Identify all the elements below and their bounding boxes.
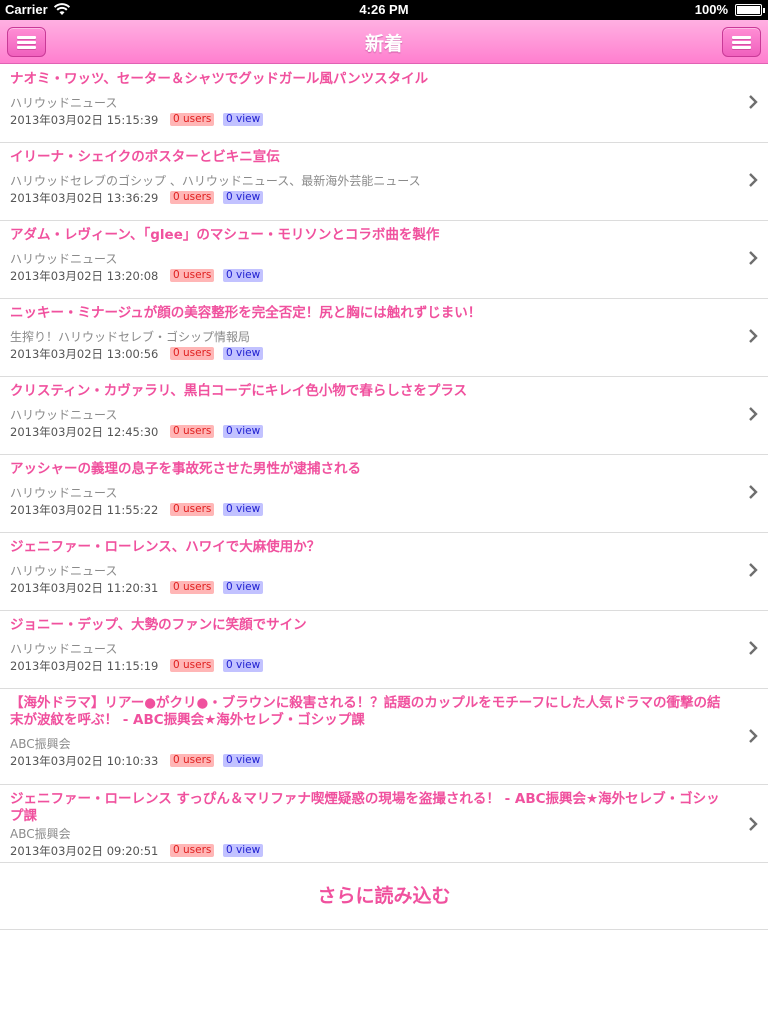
chevron-right-icon	[749, 729, 758, 743]
chevron-right-icon	[749, 95, 758, 109]
article-headline: アッシャーの義理の息子を事故死させた男性が逮捕される	[10, 461, 361, 477]
article-meta: 2013年03月02日 10:10:33 0 users 0 view	[10, 753, 728, 771]
view-badge: 0 view	[223, 503, 264, 516]
article-source: ハリウッドニュース	[10, 486, 118, 500]
article-row[interactable]: 【海外ドラマ】リアー●がクリ●・ブラウンに殺害される！？話題のカップルをモチーフ…	[0, 689, 768, 785]
article-headline: クリスティン・カヴァラリ、黒白コーデにキレイ色小物で春らしさをプラス	[10, 383, 468, 399]
article-date: 2013年03月02日 11:20:31	[10, 581, 159, 595]
users-badge: 0 users	[170, 113, 215, 126]
chevron-right-icon	[749, 407, 758, 421]
status-bar: Carrier 4:26 PM 100%	[0, 0, 768, 20]
article-meta: 2013年03月02日 15:15:39 0 users 0 view	[10, 112, 728, 130]
article-headline: ナオミ・ワッツ、セーター＆シャツでグッドガール風パンツスタイル	[10, 71, 429, 87]
view-badge: 0 view	[223, 347, 264, 360]
article-row[interactable]: ジェニファー・ローレンス すっぴん＆マリファナ喫煙疑惑の現場を盗撮される！ - …	[0, 785, 768, 863]
article-headline: 【海外ドラマ】リアー●がクリ●・ブラウンに殺害される！？話題のカップルをモチーフ…	[10, 695, 721, 728]
article-source: ハリウッドニュース	[10, 642, 118, 656]
users-badge: 0 users	[170, 503, 215, 516]
chevron-right-icon	[749, 329, 758, 343]
article-source: ABC振興会	[10, 737, 71, 751]
article-row[interactable]: ジョニー・デップ、大勢のファンに笑顔でサイン ハリウッドニュース 2013年03…	[0, 611, 768, 689]
load-more-button[interactable]: さらに読み込む	[0, 862, 768, 930]
article-date: 2013年03月02日 13:36:29	[10, 191, 159, 205]
chevron-right-icon	[749, 563, 758, 577]
view-badge: 0 view	[223, 754, 264, 767]
article-meta: 2013年03月02日 13:20:08 0 users 0 view	[10, 268, 728, 286]
battery-icon	[735, 4, 765, 16]
article-headline: ニッキー・ミナージュが顔の美容整形を完全否定！尻と胸には触れずじまい！	[10, 305, 482, 321]
right-menu-button[interactable]	[722, 27, 761, 57]
view-badge: 0 view	[223, 269, 264, 282]
article-source: ABC振興会	[10, 827, 71, 841]
article-meta: 2013年03月02日 11:15:19 0 users 0 view	[10, 658, 728, 676]
article-date: 2013年03月02日 15:15:39	[10, 113, 159, 127]
article-meta: 2013年03月02日 11:55:22 0 users 0 view	[10, 502, 728, 520]
article-source: 生搾り！ハリウッドセレブ・ゴシップ情報局	[10, 330, 251, 344]
article-list: ナオミ・ワッツ、セーター＆シャツでグッドガール風パンツスタイル ハリウッドニュー…	[0, 65, 768, 863]
users-badge: 0 users	[170, 844, 215, 857]
users-badge: 0 users	[170, 754, 215, 767]
article-headline: アダム・レヴィーン、「glee」のマシュー・モリソンとコラボ曲を製作	[10, 227, 440, 243]
article-date: 2013年03月02日 11:15:19	[10, 659, 159, 673]
article-source: ハリウッドニュース	[10, 96, 118, 110]
article-source: ハリウッドニュース	[10, 252, 118, 266]
page-title: 新着	[364, 33, 403, 55]
battery-percent: 100%	[694, 2, 728, 17]
view-badge: 0 view	[223, 113, 264, 126]
users-badge: 0 users	[170, 659, 215, 672]
users-badge: 0 users	[170, 347, 215, 360]
chevron-right-icon	[749, 817, 758, 831]
article-date: 2013年03月02日 10:10:33	[10, 754, 159, 768]
article-headline: ジェニファー・ローレンス すっぴん＆マリファナ喫煙疑惑の現場を盗撮される！ - …	[10, 791, 720, 824]
article-row[interactable]: アッシャーの義理の息子を事故死させた男性が逮捕される ハリウッドニュース 201…	[0, 455, 768, 533]
view-badge: 0 view	[223, 844, 264, 857]
users-badge: 0 users	[170, 581, 215, 594]
clock: 4:26 PM	[359, 2, 409, 17]
article-date: 2013年03月02日 13:00:56	[10, 347, 159, 361]
article-row[interactable]: ニッキー・ミナージュが顔の美容整形を完全否定！尻と胸には触れずじまい！ 生搾り！…	[0, 299, 768, 377]
article-meta: 2013年03月02日 12:45:30 0 users 0 view	[10, 424, 728, 442]
article-meta: 2013年03月02日 13:00:56 0 users 0 view	[10, 346, 728, 364]
users-badge: 0 users	[170, 425, 215, 438]
article-headline: ジョニー・デップ、大勢のファンに笑顔でサイン	[10, 617, 307, 633]
view-badge: 0 view	[223, 425, 264, 438]
chevron-right-icon	[749, 485, 758, 499]
article-meta: 2013年03月02日 13:36:29 0 users 0 view	[10, 190, 728, 208]
article-meta: 2013年03月02日 11:20:31 0 users 0 view	[10, 580, 728, 598]
view-badge: 0 view	[223, 659, 264, 672]
article-date: 2013年03月02日 11:55:22	[10, 503, 159, 517]
article-row[interactable]: ナオミ・ワッツ、セーター＆シャツでグッドガール風パンツスタイル ハリウッドニュー…	[0, 65, 768, 143]
article-source: ハリウッドセレブのゴシップ 、ハリウッドニュース、最新海外芸能ニュース	[10, 174, 421, 188]
article-headline: イリーナ・シェイクのポスターとビキニ宣伝	[10, 149, 280, 165]
nav-bar: 新着	[0, 20, 768, 64]
article-source: ハリウッドニュース	[10, 564, 118, 578]
chevron-right-icon	[749, 641, 758, 655]
article-row[interactable]: クリスティン・カヴァラリ、黒白コーデにキレイ色小物で春らしさをプラス ハリウッド…	[0, 377, 768, 455]
view-badge: 0 view	[223, 191, 264, 204]
view-badge: 0 view	[223, 581, 264, 594]
article-date: 2013年03月02日 09:20:51	[10, 844, 159, 858]
article-headline: ジェニファー・ローレンス、ハワイで大麻使用か？	[10, 539, 321, 555]
chevron-right-icon	[749, 173, 758, 187]
users-badge: 0 users	[170, 191, 215, 204]
menu-icon	[732, 36, 751, 49]
article-date: 2013年03月02日 12:45:30	[10, 425, 159, 439]
article-source: ハリウッドニュース	[10, 408, 118, 422]
article-row[interactable]: イリーナ・シェイクのポスターとビキニ宣伝 ハリウッドセレブのゴシップ 、ハリウッ…	[0, 143, 768, 221]
article-meta: 2013年03月02日 09:20:51 0 users 0 view	[10, 843, 728, 861]
users-badge: 0 users	[170, 269, 215, 282]
article-date: 2013年03月02日 13:20:08	[10, 269, 159, 283]
article-row[interactable]: ジェニファー・ローレンス、ハワイで大麻使用か？ ハリウッドニュース 2013年0…	[0, 533, 768, 611]
chevron-right-icon	[749, 251, 758, 265]
article-row[interactable]: アダム・レヴィーン、「glee」のマシュー・モリソンとコラボ曲を製作 ハリウッド…	[0, 221, 768, 299]
